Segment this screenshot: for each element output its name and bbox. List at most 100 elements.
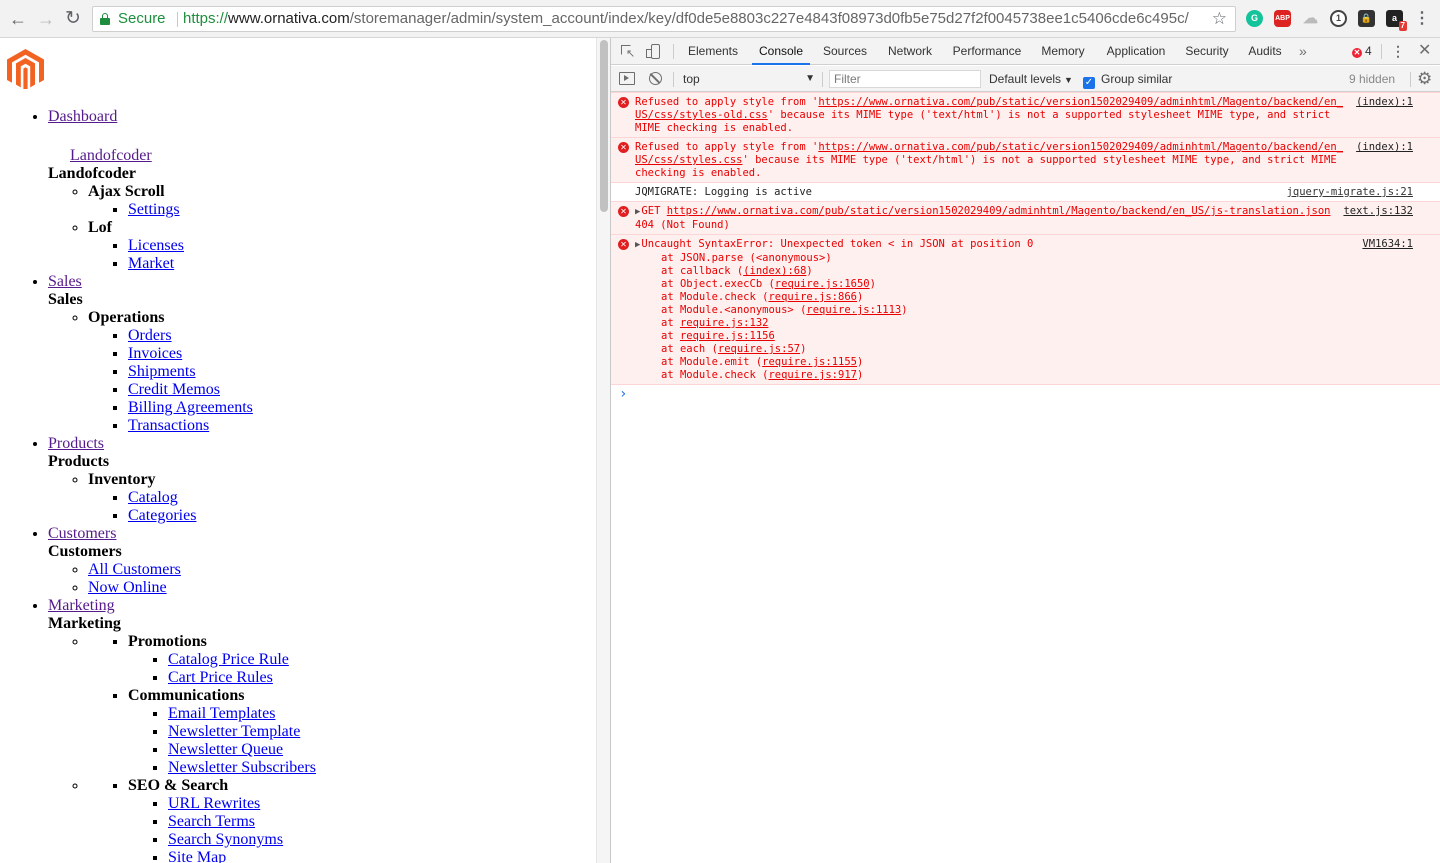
market-link[interactable]: Market <box>128 255 174 272</box>
all-customers-link[interactable]: All Customers <box>88 561 181 578</box>
error-counter[interactable]: ✕ 4 <box>1352 38 1372 64</box>
expand-triangle-icon[interactable]: ▶ <box>635 207 640 217</box>
tab-sources[interactable]: Sources <box>817 38 873 65</box>
tab-application[interactable]: Application <box>1100 38 1172 65</box>
magento-logo[interactable] <box>7 49 44 89</box>
source-link[interactable]: (index):1 <box>1348 141 1413 154</box>
credit-memos-link[interactable]: Credit Memos <box>128 381 220 398</box>
address-bar[interactable]: Secure https://www.ornativa.com/storeman… <box>92 6 1236 32</box>
sales-submenu: Operations Orders Invoices Shipments Cre… <box>48 309 316 435</box>
tab-elements[interactable]: Elements <box>681 38 745 65</box>
lof-title: Lof <box>88 219 112 236</box>
newsletter-queue-link[interactable]: Newsletter Queue <box>168 741 283 758</box>
lof-group: Lof Licenses Market <box>88 219 316 273</box>
console-error[interactable]: ✕ ▶GET https://www.ornativa.com/pub/stat… <box>611 201 1440 235</box>
invoices-link[interactable]: Invoices <box>128 345 182 362</box>
grammarly-icon[interactable]: G <box>1246 10 1263 27</box>
source-link[interactable]: jquery-migrate.js:21 <box>1279 186 1413 199</box>
console-sidebar-icon[interactable] <box>619 72 635 85</box>
console-prompt[interactable]: › <box>611 385 1440 405</box>
onepassword-icon[interactable]: 1 <box>1330 10 1347 27</box>
device-toolbar-icon[interactable] <box>645 43 663 60</box>
reload-icon[interactable]: ↻ <box>63 9 83 29</box>
stack-frame-link[interactable]: require.js:57 <box>718 343 800 355</box>
landofcoder-link[interactable]: Landofcoder <box>70 147 152 164</box>
adblock-plus-icon[interactable]: ABP <box>1274 10 1291 27</box>
log-levels-select[interactable]: Default levels ▼ <box>989 70 1073 89</box>
expand-triangle-icon[interactable]: ▶ <box>635 240 640 250</box>
tab-network[interactable]: Network <box>882 38 938 65</box>
marketing-title: Marketing <box>48 615 121 632</box>
stack-frame-text: ) <box>856 356 864 368</box>
stack-frame-link[interactable]: require.js:1156 <box>680 330 775 342</box>
transactions-link[interactable]: Transactions <box>128 417 209 434</box>
marketing-link[interactable]: Marketing <box>48 597 115 614</box>
email-templates-link[interactable]: Email Templates <box>168 705 275 722</box>
tab-console[interactable]: Console <box>752 38 810 65</box>
cart-price-rules-link[interactable]: Cart Price Rules <box>168 669 273 686</box>
orders-link[interactable]: Orders <box>128 327 172 344</box>
inspect-element-icon[interactable]: ↖ <box>619 43 637 60</box>
console-filter-input[interactable] <box>829 70 981 88</box>
billing-agreements-link[interactable]: Billing Agreements <box>128 399 253 416</box>
tab-memory[interactable]: Memory <box>1036 38 1090 65</box>
source-link[interactable]: VM1634:1 <box>1354 238 1413 251</box>
devtools-menu-icon[interactable]: ⋮ <box>1391 38 1405 64</box>
url-rewrites-link[interactable]: URL Rewrites <box>168 795 260 812</box>
now-online-link[interactable]: Now Online <box>88 579 167 596</box>
source-link[interactable]: (index):1 <box>1348 96 1413 109</box>
sales-link[interactable]: Sales <box>48 273 82 290</box>
dashboard-link[interactable]: Dashboard <box>48 108 117 125</box>
group-similar-checkbox[interactable]: ✓ Group similar <box>1083 70 1172 89</box>
menu-item-search-terms: Search Terms <box>168 813 316 831</box>
shipments-link[interactable]: Shipments <box>128 363 196 380</box>
page-scroll-thumb[interactable] <box>600 40 608 212</box>
customers-link[interactable]: Customers <box>48 525 116 542</box>
tab-audits[interactable]: Audits <box>1243 38 1287 65</box>
bookmark-star-icon[interactable]: ☆ <box>1212 7 1227 31</box>
forward-arrow-icon[interactable]: → <box>36 9 56 29</box>
stack-frame-link[interactable]: require.js:1155 <box>762 356 857 368</box>
menu-item-email-templates: Email Templates <box>168 705 316 723</box>
back-arrow-icon[interactable]: ← <box>8 9 28 29</box>
context-select[interactable]: top ▼ <box>683 70 815 88</box>
search-synonyms-link[interactable]: Search Synonyms <box>168 831 283 848</box>
settings-link[interactable]: Settings <box>128 201 180 218</box>
tab-performance[interactable]: Performance <box>948 38 1026 65</box>
tab-security[interactable]: Security <box>1181 38 1233 65</box>
stack-frame: at require.js:132 <box>635 317 1413 330</box>
console-error[interactable]: ✕ ▶Uncaught SyntaxError: Unexpected toke… <box>611 234 1440 385</box>
gear-icon[interactable]: ⚙ <box>1417 69 1432 89</box>
error-icon: ✕ <box>1352 48 1362 58</box>
newsletter-subscribers-link[interactable]: Newsletter Subscribers <box>168 759 316 776</box>
checkbox-checked-icon[interactable]: ✓ <box>1083 77 1095 89</box>
url-text[interactable]: https://www.ornativa.com/storemanager/ad… <box>183 7 1189 31</box>
chrome-menu-icon[interactable]: ⋮ <box>1414 9 1430 29</box>
stack-frame-link[interactable]: require.js:1650 <box>775 278 870 290</box>
clear-console-icon[interactable] <box>649 72 662 85</box>
licenses-link[interactable]: Licenses <box>128 237 184 254</box>
stack-frame-link[interactable]: (index):68 <box>743 265 806 277</box>
stack-frame-link[interactable]: require.js:132 <box>680 317 769 329</box>
toolbar-divider <box>1410 72 1411 87</box>
source-link[interactable]: text.js:132 <box>1335 205 1413 218</box>
menu-item-licenses: Licenses <box>128 237 316 255</box>
close-devtools-icon[interactable]: ✕ <box>1418 38 1431 64</box>
site-map-link[interactable]: Site Map <box>168 849 226 863</box>
cloud-icon[interactable]: ☁ <box>1302 10 1319 27</box>
stack-frame-link[interactable]: require.js:866 <box>768 291 857 303</box>
stack-frame-link[interactable]: require.js:1113 <box>806 304 901 316</box>
console-log: JQMIGRATE: Logging is active jquery-migr… <box>611 183 1440 202</box>
catalog-price-rule-link[interactable]: Catalog Price Rule <box>168 651 289 668</box>
newsletter-template-link[interactable]: Newsletter Template <box>168 723 300 740</box>
page-scrollbar[interactable] <box>596 38 610 863</box>
search-terms-link[interactable]: Search Terms <box>168 813 255 830</box>
catalog-link[interactable]: Catalog <box>128 489 178 506</box>
stack-frame-link[interactable]: require.js:917 <box>768 369 857 381</box>
lock-extension-icon[interactable]: 🔒 <box>1358 10 1375 27</box>
products-link[interactable]: Products <box>48 435 104 452</box>
more-tabs-icon[interactable]: » <box>1299 38 1307 64</box>
counter-extension-icon[interactable]: a7 <box>1386 10 1407 31</box>
categories-link[interactable]: Categories <box>128 507 196 524</box>
resource-link[interactable]: https://www.ornativa.com/pub/static/vers… <box>667 205 1331 217</box>
